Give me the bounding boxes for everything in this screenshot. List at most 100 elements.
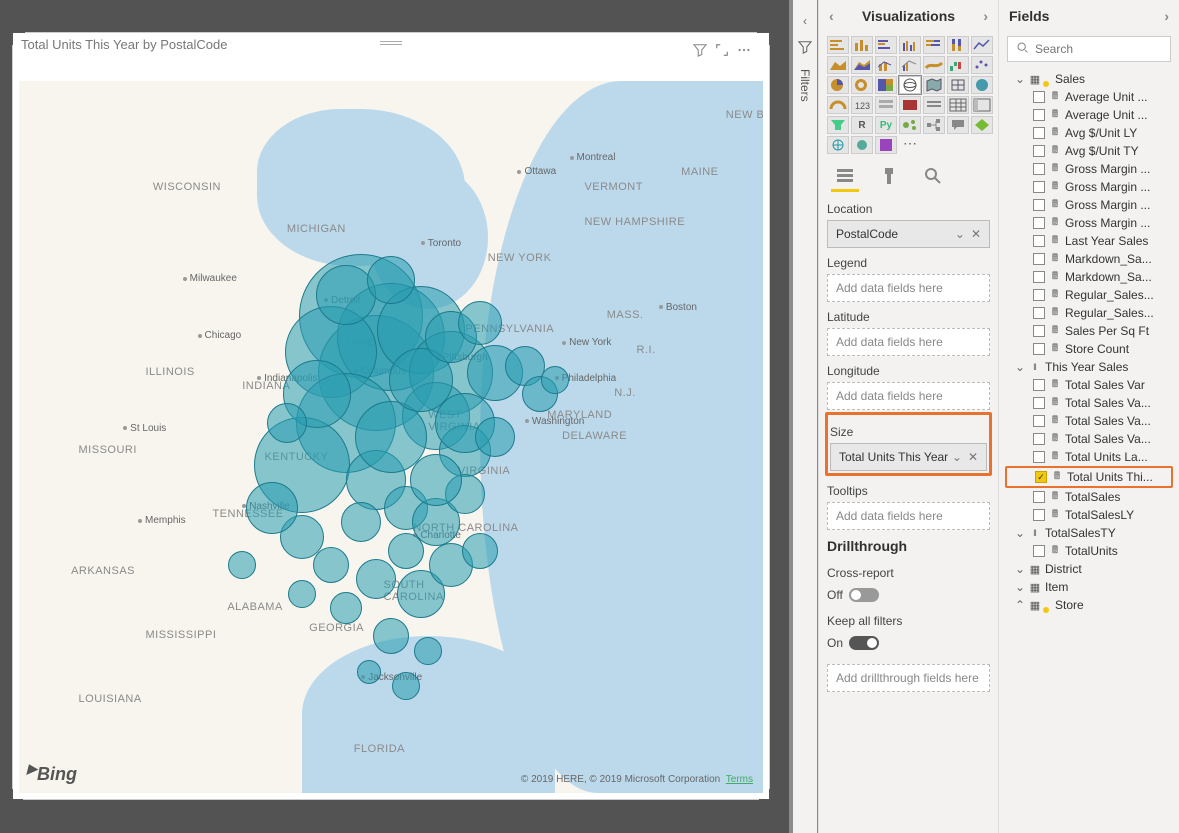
map-bubble[interactable]: [475, 417, 515, 457]
donut-chart-icon[interactable]: [851, 76, 873, 94]
visual-drag-handle[interactable]: [380, 41, 402, 47]
filters-rail[interactable]: ‹ Filters: [793, 0, 817, 833]
expand-fields-icon[interactable]: ›: [1164, 8, 1169, 24]
map-bubble[interactable]: [267, 403, 307, 443]
chevron-down-icon[interactable]: ⌄: [955, 227, 965, 241]
filter-icon[interactable]: [693, 43, 707, 60]
tooltips-well[interactable]: Add data fields here: [827, 502, 990, 530]
field-sales-per-sqft[interactable]: Sales Per Sq Ft: [1005, 322, 1173, 340]
map-bubble[interactable]: [288, 580, 316, 608]
map-bubble[interactable]: [330, 592, 362, 624]
latitude-well[interactable]: Add data fields here: [827, 328, 990, 356]
size-well[interactable]: Total Units This Year ⌄✕: [830, 443, 987, 471]
card-icon[interactable]: 123: [851, 96, 873, 114]
map-bubble[interactable]: [367, 256, 415, 304]
globe-data-icon[interactable]: [851, 136, 873, 154]
expand-viz-icon[interactable]: ›: [983, 8, 988, 24]
line-clustered-column-icon[interactable]: [899, 56, 921, 74]
longitude-well[interactable]: Add data fields here: [827, 382, 990, 410]
chevron-down-icon[interactable]: ⌄: [1015, 580, 1025, 594]
field-avg-per-unit-ly[interactable]: Avg $/Unit LY: [1005, 124, 1173, 142]
location-well[interactable]: PostalCode ⌄✕: [827, 220, 990, 248]
azure-map-icon[interactable]: [971, 76, 993, 94]
map-bubble[interactable]: [356, 559, 396, 599]
field-total-units-this-year[interactable]: Total Units Thi...: [1005, 466, 1173, 488]
field-last-year-sales[interactable]: Last Year Sales: [1005, 232, 1173, 250]
line-stacked-column-icon[interactable]: [875, 56, 897, 74]
cross-report-toggle[interactable]: Off: [827, 584, 990, 606]
search-input[interactable]: [1035, 42, 1179, 56]
stacked-area-icon[interactable]: [851, 56, 873, 74]
field-total-sales[interactable]: TotalSales: [1005, 488, 1173, 506]
field-gross-margin-3[interactable]: Gross Margin ...: [1005, 196, 1173, 214]
field-total-sales-ly[interactable]: TotalSalesLY: [1005, 506, 1173, 524]
chevron-down-icon[interactable]: ⌄: [1015, 526, 1025, 540]
map-bubble[interactable]: [458, 301, 502, 345]
gauge-icon[interactable]: [827, 96, 849, 114]
more-visuals-icon[interactable]: ⋯: [899, 136, 921, 154]
field-gross-margin-2[interactable]: Gross Margin ...: [1005, 178, 1173, 196]
map-bubble[interactable]: [541, 366, 569, 394]
table-sales[interactable]: ⌄ Sales: [1005, 70, 1173, 88]
line-chart-icon[interactable]: [971, 36, 993, 54]
map-bubble[interactable]: [392, 672, 420, 700]
funnel-icon[interactable]: [827, 116, 849, 134]
terms-link[interactable]: Terms: [726, 774, 753, 785]
more-options-icon[interactable]: [737, 43, 751, 60]
decomposition-tree-icon[interactable]: [923, 116, 945, 134]
field-total-units-la[interactable]: Total Units La...: [1005, 448, 1173, 466]
field-total-units[interactable]: TotalUnits: [1005, 542, 1173, 560]
field-avg-per-unit-ty[interactable]: Avg $/Unit TY: [1005, 142, 1173, 160]
collapse-left-icon[interactable]: ‹: [803, 14, 807, 28]
stacked-column-icon[interactable]: [851, 36, 873, 54]
r-visual-icon[interactable]: R: [851, 116, 873, 134]
field-gross-margin-1[interactable]: Gross Margin ...: [1005, 160, 1173, 178]
clustered-column-icon[interactable]: [899, 36, 921, 54]
kpi-icon[interactable]: [899, 96, 921, 114]
shape-map-icon[interactable]: [947, 76, 969, 94]
legend-well[interactable]: Add data fields here: [827, 274, 990, 302]
field-avg-unit-1[interactable]: Average Unit ...: [1005, 88, 1173, 106]
python-visual-icon[interactable]: Py: [875, 116, 897, 134]
map-bubble[interactable]: [313, 547, 349, 583]
ribbon-chart-icon[interactable]: [923, 56, 945, 74]
field-total-sales-va-2[interactable]: Total Sales Va...: [1005, 412, 1173, 430]
field-gross-margin-4[interactable]: Gross Margin ...: [1005, 214, 1173, 232]
field-total-sales-va-1[interactable]: Total Sales Va...: [1005, 394, 1173, 412]
multirow-card-icon[interactable]: [875, 96, 897, 114]
key-influencers-icon[interactable]: [899, 116, 921, 134]
map-bubble[interactable]: [414, 637, 442, 665]
map-viewport[interactable]: WISCONSIN MICHIGAN ILLINOIS INDIANA OHIO…: [19, 81, 763, 793]
field-store-count[interactable]: Store Count: [1005, 340, 1173, 358]
waterfall-chart-icon[interactable]: [947, 56, 969, 74]
area-chart-icon[interactable]: [827, 56, 849, 74]
map-bubble[interactable]: [410, 454, 462, 506]
scatter-chart-icon[interactable]: [971, 56, 993, 74]
powerapps-icon[interactable]: [971, 116, 993, 134]
map-bubble[interactable]: [228, 551, 256, 579]
chevron-down-icon[interactable]: ⌄: [952, 450, 962, 464]
table-icon[interactable]: [947, 96, 969, 114]
focus-mode-icon[interactable]: [715, 43, 729, 60]
slicer-icon[interactable]: [923, 96, 945, 114]
chevron-down-icon[interactable]: ⌄: [1015, 562, 1025, 576]
report-canvas[interactable]: Total Units This Year by PostalCode WISC…: [0, 0, 789, 833]
hundred-stacked-bar-icon[interactable]: [923, 36, 945, 54]
keep-filters-toggle[interactable]: On: [827, 632, 990, 654]
field-total-sales-va-3[interactable]: Total Sales Va...: [1005, 430, 1173, 448]
field-markdown-2[interactable]: Markdown_Sa...: [1005, 268, 1173, 286]
drillthrough-well[interactable]: Add drillthrough fields here: [827, 664, 990, 692]
treemap-icon[interactable]: [875, 76, 897, 94]
pie-chart-icon[interactable]: [827, 76, 849, 94]
map-bubble[interactable]: [357, 660, 381, 684]
field-regular-sales-2[interactable]: Regular_Sales...: [1005, 304, 1173, 322]
qna-icon[interactable]: [947, 116, 969, 134]
map-bubble[interactable]: [246, 482, 298, 534]
chevron-down-icon[interactable]: ⌄: [1015, 72, 1025, 86]
map-bubble[interactable]: [373, 618, 409, 654]
filled-map-icon[interactable]: [923, 76, 945, 94]
table-district[interactable]: ⌄ District: [1005, 560, 1173, 578]
matrix-icon[interactable]: [971, 96, 993, 114]
stacked-bar-icon[interactable]: [827, 36, 849, 54]
format-tab-icon[interactable]: [879, 166, 899, 186]
